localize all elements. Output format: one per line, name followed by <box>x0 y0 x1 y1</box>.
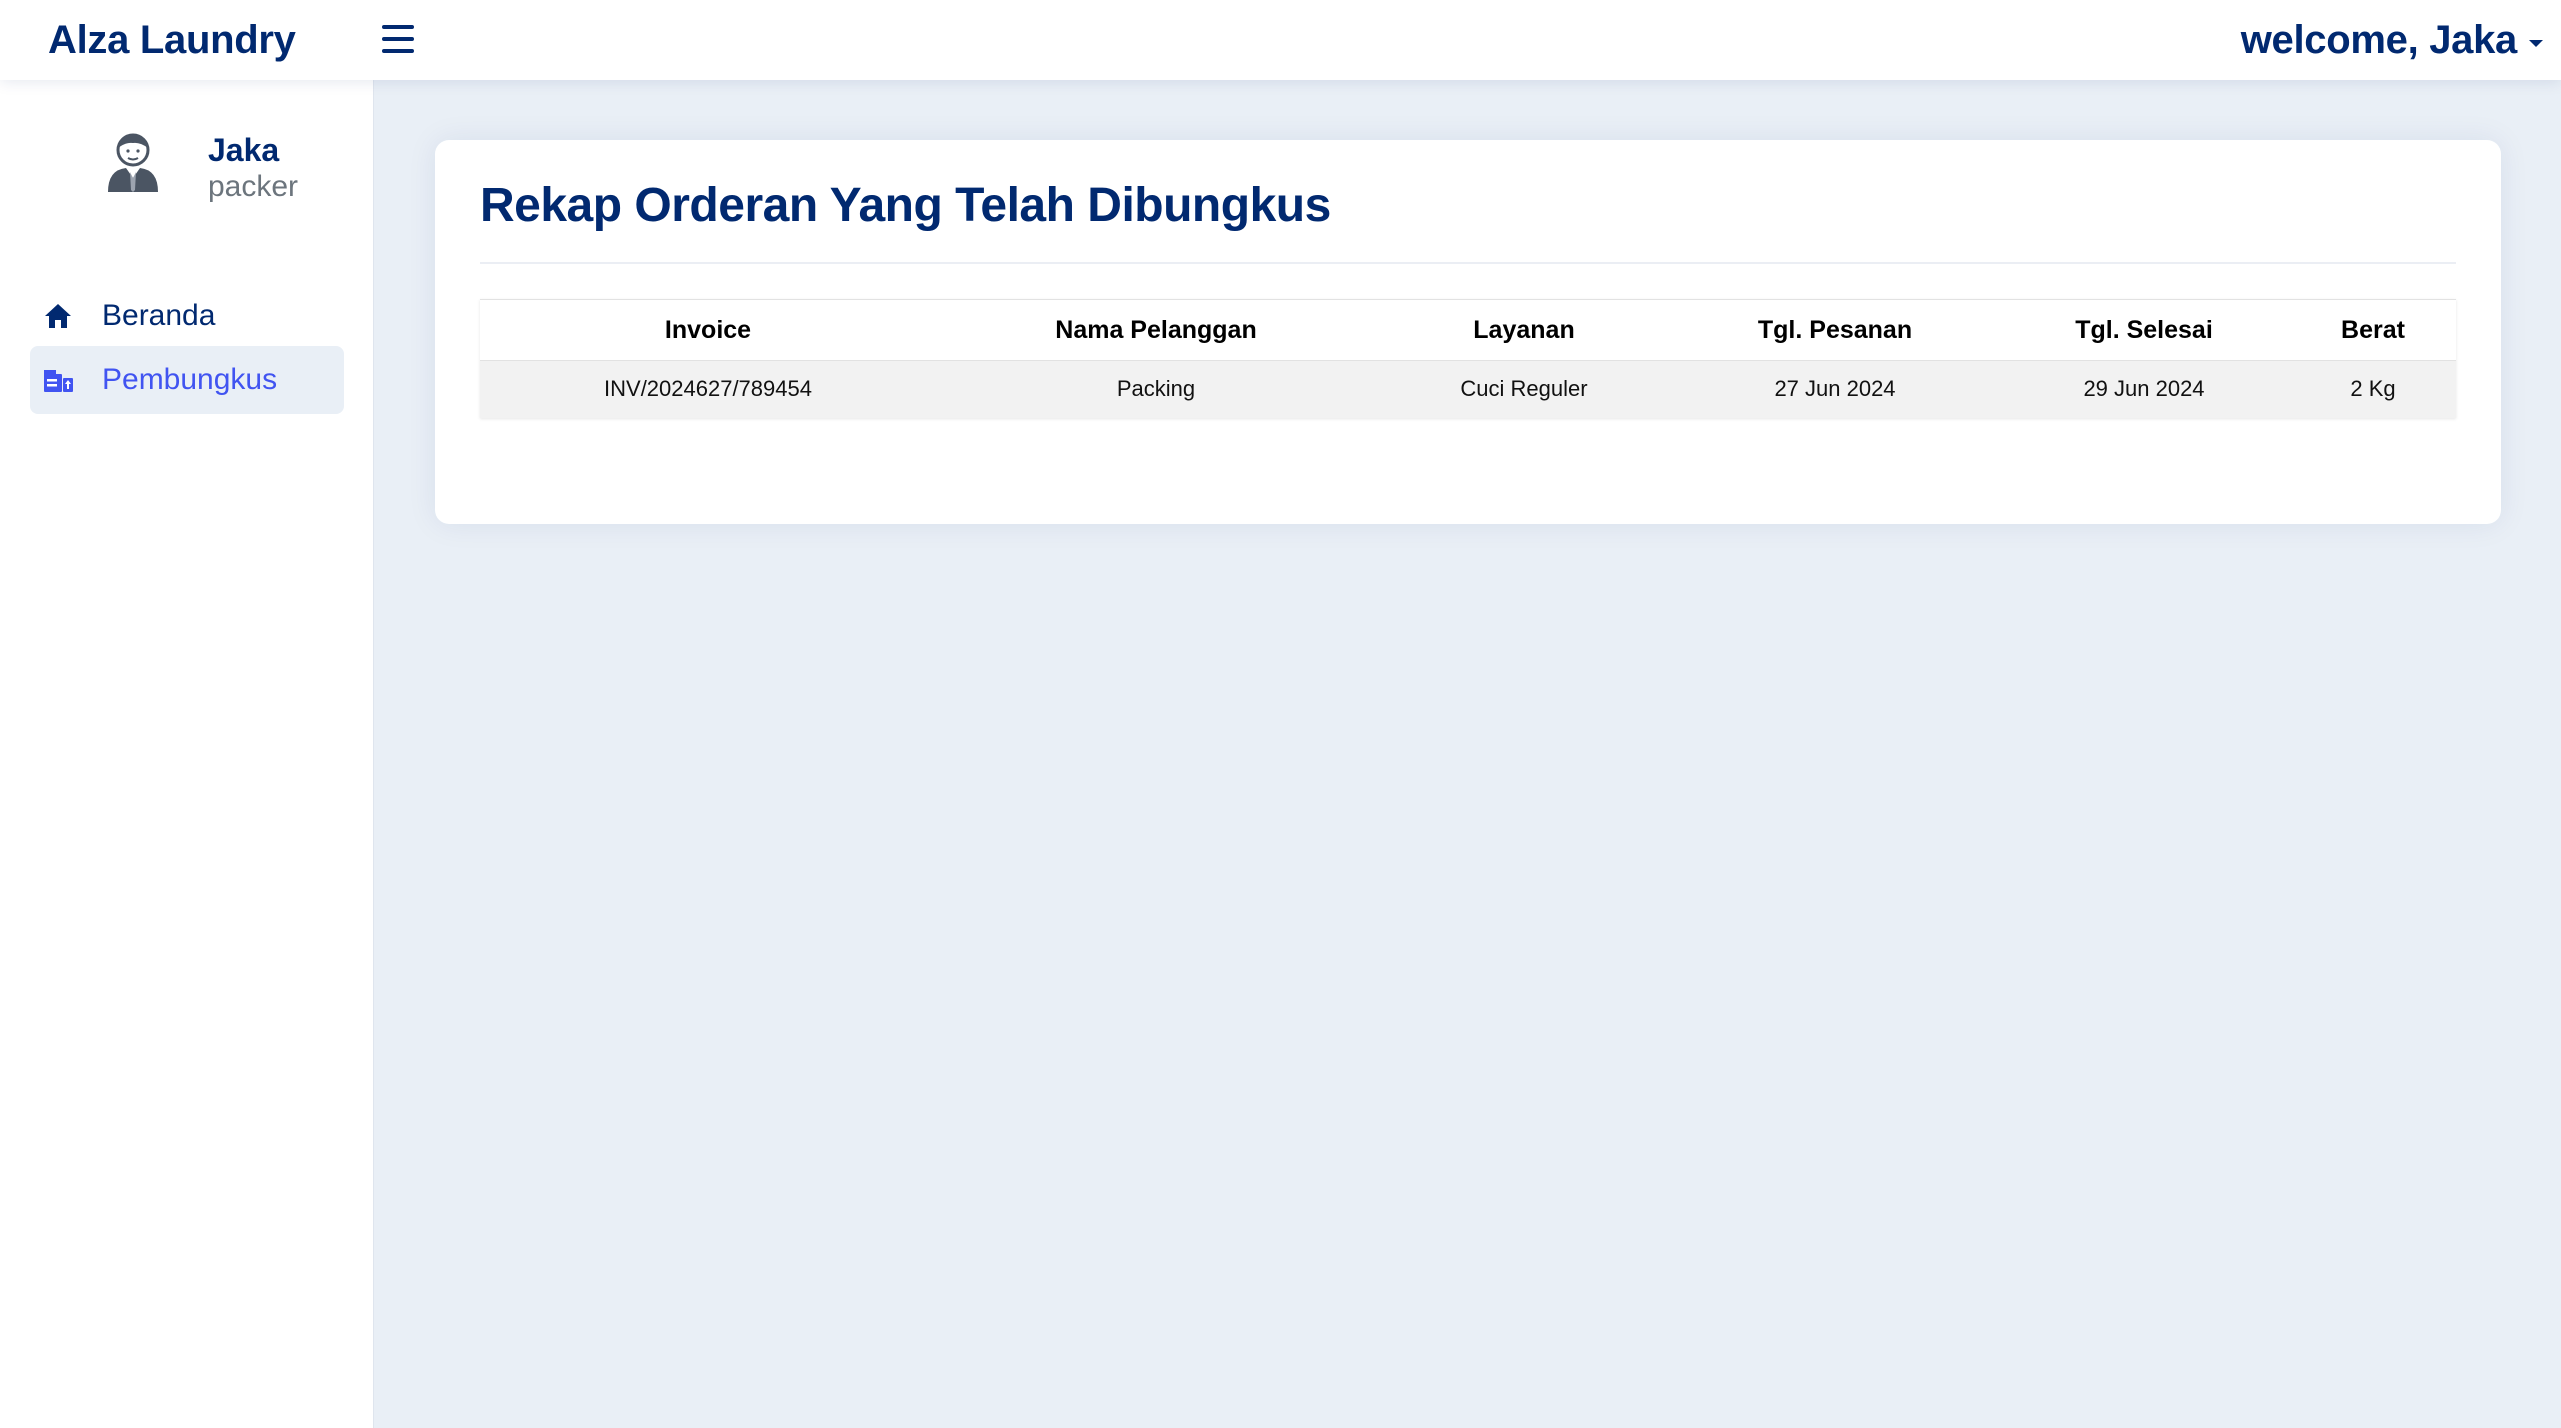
welcome-text: welcome, Jaka <box>2240 17 2518 62</box>
sidebar-item-beranda[interactable]: Beranda <box>30 282 344 350</box>
package-icon <box>42 364 74 396</box>
cell-tgl-selesai: 29 Jun 2024 <box>1998 360 2290 418</box>
column-header-berat: Berat <box>2290 299 2456 361</box>
table-row: INV/2024627/789454 Packing Cuci Reguler … <box>480 360 2456 418</box>
column-header-invoice: Invoice <box>480 299 936 361</box>
cell-nama-pelanggan: Packing <box>936 360 1376 418</box>
title-divider <box>480 262 2456 264</box>
cell-layanan: Cuci Reguler <box>1376 360 1672 418</box>
brand-logo[interactable]: Alza Laundry <box>48 14 296 66</box>
profile-name: Jaka <box>208 132 280 168</box>
cell-tgl-pesanan: 27 Jun 2024 <box>1672 360 1998 418</box>
column-header-tgl-pesanan: Tgl. Pesanan <box>1672 299 1998 361</box>
column-header-nama-pelanggan: Nama Pelanggan <box>936 299 1376 361</box>
profile-card: Jaka packer <box>104 132 364 212</box>
home-icon <box>42 300 74 332</box>
menu-toggle-icon[interactable] <box>380 22 416 56</box>
user-avatar-icon <box>108 133 158 192</box>
orders-table: Invoice Nama Pelanggan Layanan Tgl. Pesa… <box>480 299 2456 418</box>
cell-berat: 2 Kg <box>2290 360 2456 418</box>
table-header-row: Invoice Nama Pelanggan Layanan Tgl. Pesa… <box>480 299 2456 361</box>
page-title: Rekap Orderan Yang Telah Dibungkus <box>480 179 1331 232</box>
sidebar: Jaka packer Beranda Pembungkus <box>0 80 374 1428</box>
user-dropdown[interactable]: welcome, Jaka <box>2241 14 2543 66</box>
top-header: Alza Laundry welcome, Jaka <box>0 0 2561 80</box>
sidebar-item-pembungkus[interactable]: Pembungkus <box>30 346 344 414</box>
recap-card: Rekap Orderan Yang Telah Dibungkus Invoi… <box>435 140 2501 524</box>
caret-down-icon <box>2529 39 2543 47</box>
sidebar-item-label: Beranda <box>102 299 216 332</box>
profile-role: packer <box>208 170 299 203</box>
sidebar-item-label: Pembungkus <box>102 363 278 396</box>
column-header-layanan: Layanan <box>1376 299 1672 361</box>
cell-invoice: INV/2024627/789454 <box>480 360 936 418</box>
column-header-tgl-selesai: Tgl. Selesai <box>1998 299 2290 361</box>
